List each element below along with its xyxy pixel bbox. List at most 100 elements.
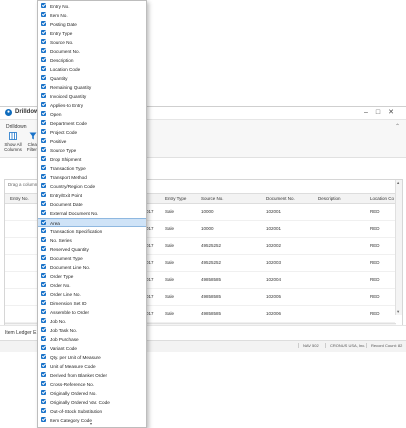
column-option[interactable]: Entry No.: [38, 2, 146, 10]
checkbox-checked-icon[interactable]: [41, 282, 46, 287]
checkbox-checked-icon[interactable]: [41, 363, 46, 368]
column-header-document-no[interactable]: Document No.: [266, 196, 295, 201]
checkbox-checked-icon[interactable]: [41, 84, 46, 89]
checkbox-checked-icon[interactable]: [41, 318, 46, 323]
checkbox-checked-icon[interactable]: [41, 237, 46, 242]
column-option[interactable]: Out-of-Stock Substitution: [38, 407, 146, 415]
column-option[interactable]: Remaining Quantity: [38, 83, 146, 91]
column-option[interactable]: Job Task No.: [38, 326, 146, 334]
checkbox-checked-icon[interactable]: [41, 255, 46, 260]
column-option[interactable]: Department Code: [38, 119, 146, 127]
checkbox-checked-icon[interactable]: [41, 156, 46, 161]
checkbox-checked-icon[interactable]: [41, 3, 46, 8]
checkbox-checked-icon[interactable]: [41, 399, 46, 404]
checkbox-checked-icon[interactable]: [41, 228, 46, 233]
checkbox-checked-icon[interactable]: [41, 165, 46, 170]
column-option[interactable]: Location Code: [38, 65, 146, 73]
minimize-icon[interactable]: –: [364, 109, 376, 116]
column-option[interactable]: Order Line No.: [38, 290, 146, 298]
column-option[interactable]: Job Purchase: [38, 335, 146, 343]
column-option[interactable]: Drop Shipment: [38, 155, 146, 163]
checkbox-checked-icon[interactable]: [41, 93, 46, 98]
column-option[interactable]: Open: [38, 110, 146, 118]
column-option[interactable]: Reserved Quantity: [38, 245, 146, 253]
checkbox-checked-icon[interactable]: [41, 75, 46, 80]
checkbox-checked-icon[interactable]: [41, 102, 46, 107]
column-option[interactable]: Area: [38, 218, 146, 227]
checkbox-checked-icon[interactable]: [41, 417, 46, 422]
close-icon[interactable]: ✕: [388, 109, 402, 116]
checkbox-checked-icon[interactable]: [41, 220, 46, 225]
checkbox-checked-icon[interactable]: [41, 57, 46, 62]
column-option[interactable]: Unit of Measure Code: [38, 362, 146, 370]
column-option[interactable]: Quantity: [38, 74, 146, 82]
ribbon-tab-drilldown[interactable]: Drilldown: [6, 124, 27, 130]
column-option[interactable]: Job No.: [38, 317, 146, 325]
maximize-icon[interactable]: □: [376, 109, 388, 116]
checkbox-checked-icon[interactable]: [41, 210, 46, 215]
column-option[interactable]: Source Type: [38, 146, 146, 154]
checkbox-checked-icon[interactable]: [41, 174, 46, 179]
checkbox-checked-icon[interactable]: [41, 291, 46, 296]
column-header-entry-type[interactable]: Entry Type: [165, 196, 186, 201]
checkbox-checked-icon[interactable]: [41, 408, 46, 413]
checkbox-checked-icon[interactable]: [41, 345, 46, 350]
scroll-up-icon[interactable]: ▴: [397, 180, 399, 186]
column-option[interactable]: Source No.: [38, 38, 146, 46]
checkbox-checked-icon[interactable]: [41, 354, 46, 359]
checkbox-checked-icon[interactable]: [41, 21, 46, 26]
column-option[interactable]: Applies-to Entry: [38, 101, 146, 109]
column-option[interactable]: External Document No.: [38, 209, 146, 217]
column-header-source-no[interactable]: Source No.: [201, 196, 224, 201]
column-option[interactable]: Invoiced Quantity: [38, 92, 146, 100]
checkbox-checked-icon[interactable]: [41, 183, 46, 188]
checkbox-checked-icon[interactable]: [41, 192, 46, 197]
column-option[interactable]: Derived from Blanket Order: [38, 371, 146, 379]
checkbox-checked-icon[interactable]: [41, 48, 46, 53]
checkbox-checked-icon[interactable]: [41, 336, 46, 341]
column-option[interactable]: Cross-Reference No.: [38, 380, 146, 388]
column-option[interactable]: Variant Code: [38, 344, 146, 352]
checkbox-checked-icon[interactable]: [41, 372, 46, 377]
column-option[interactable]: Transaction Specification: [38, 227, 146, 235]
column-option[interactable]: Transaction Type: [38, 164, 146, 172]
collapse-ribbon-icon[interactable]: ⌃: [395, 123, 400, 130]
checkbox-checked-icon[interactable]: [41, 111, 46, 116]
checkbox-checked-icon[interactable]: [41, 264, 46, 269]
scroll-down-icon[interactable]: ▾: [397, 309, 399, 315]
checkbox-checked-icon[interactable]: [41, 30, 46, 35]
checkbox-checked-icon[interactable]: [41, 39, 46, 44]
checkbox-checked-icon[interactable]: [41, 147, 46, 152]
checkbox-checked-icon[interactable]: [41, 381, 46, 386]
column-option[interactable]: Description: [38, 56, 146, 64]
column-option[interactable]: Originally Ordered Var. Code: [38, 398, 146, 406]
checkbox-checked-icon[interactable]: [41, 120, 46, 125]
column-option[interactable]: Order No.: [38, 281, 146, 289]
column-option[interactable]: Document Line No.: [38, 263, 146, 271]
checkbox-checked-icon[interactable]: [41, 327, 46, 332]
column-option[interactable]: Order Type: [38, 272, 146, 280]
checkbox-checked-icon[interactable]: [41, 138, 46, 143]
column-option[interactable]: Originally Ordered No.: [38, 389, 146, 397]
column-option[interactable]: Document No.: [38, 47, 146, 55]
column-option[interactable]: Document Type: [38, 254, 146, 262]
column-option[interactable]: Transport Method: [38, 173, 146, 181]
vertical-scrollbar[interactable]: ▴ ▾: [395, 180, 402, 315]
column-header-entry-no[interactable]: Entry No.: [10, 196, 29, 201]
column-option[interactable]: Entry Type: [38, 29, 146, 37]
column-option[interactable]: Qty. per Unit of Measure: [38, 353, 146, 361]
menu-scroll-down-icon[interactable]: ▾: [90, 421, 92, 426]
column-option[interactable]: Item No.: [38, 11, 146, 19]
column-header-location-code[interactable]: Location Co: [370, 196, 394, 201]
checkbox-checked-icon[interactable]: [41, 309, 46, 314]
column-option[interactable]: Country/Region Code: [38, 182, 146, 190]
checkbox-checked-icon[interactable]: [41, 12, 46, 17]
column-option[interactable]: Document Date: [38, 200, 146, 208]
column-header-description[interactable]: Description: [318, 196, 341, 201]
checkbox-checked-icon[interactable]: [41, 246, 46, 251]
checkbox-checked-icon[interactable]: [41, 390, 46, 395]
checkbox-checked-icon[interactable]: [41, 66, 46, 71]
column-option[interactable]: Dimension Set ID: [38, 299, 146, 307]
checkbox-checked-icon[interactable]: [41, 201, 46, 206]
show-all-columns-button[interactable]: Show All Columns: [2, 132, 24, 152]
